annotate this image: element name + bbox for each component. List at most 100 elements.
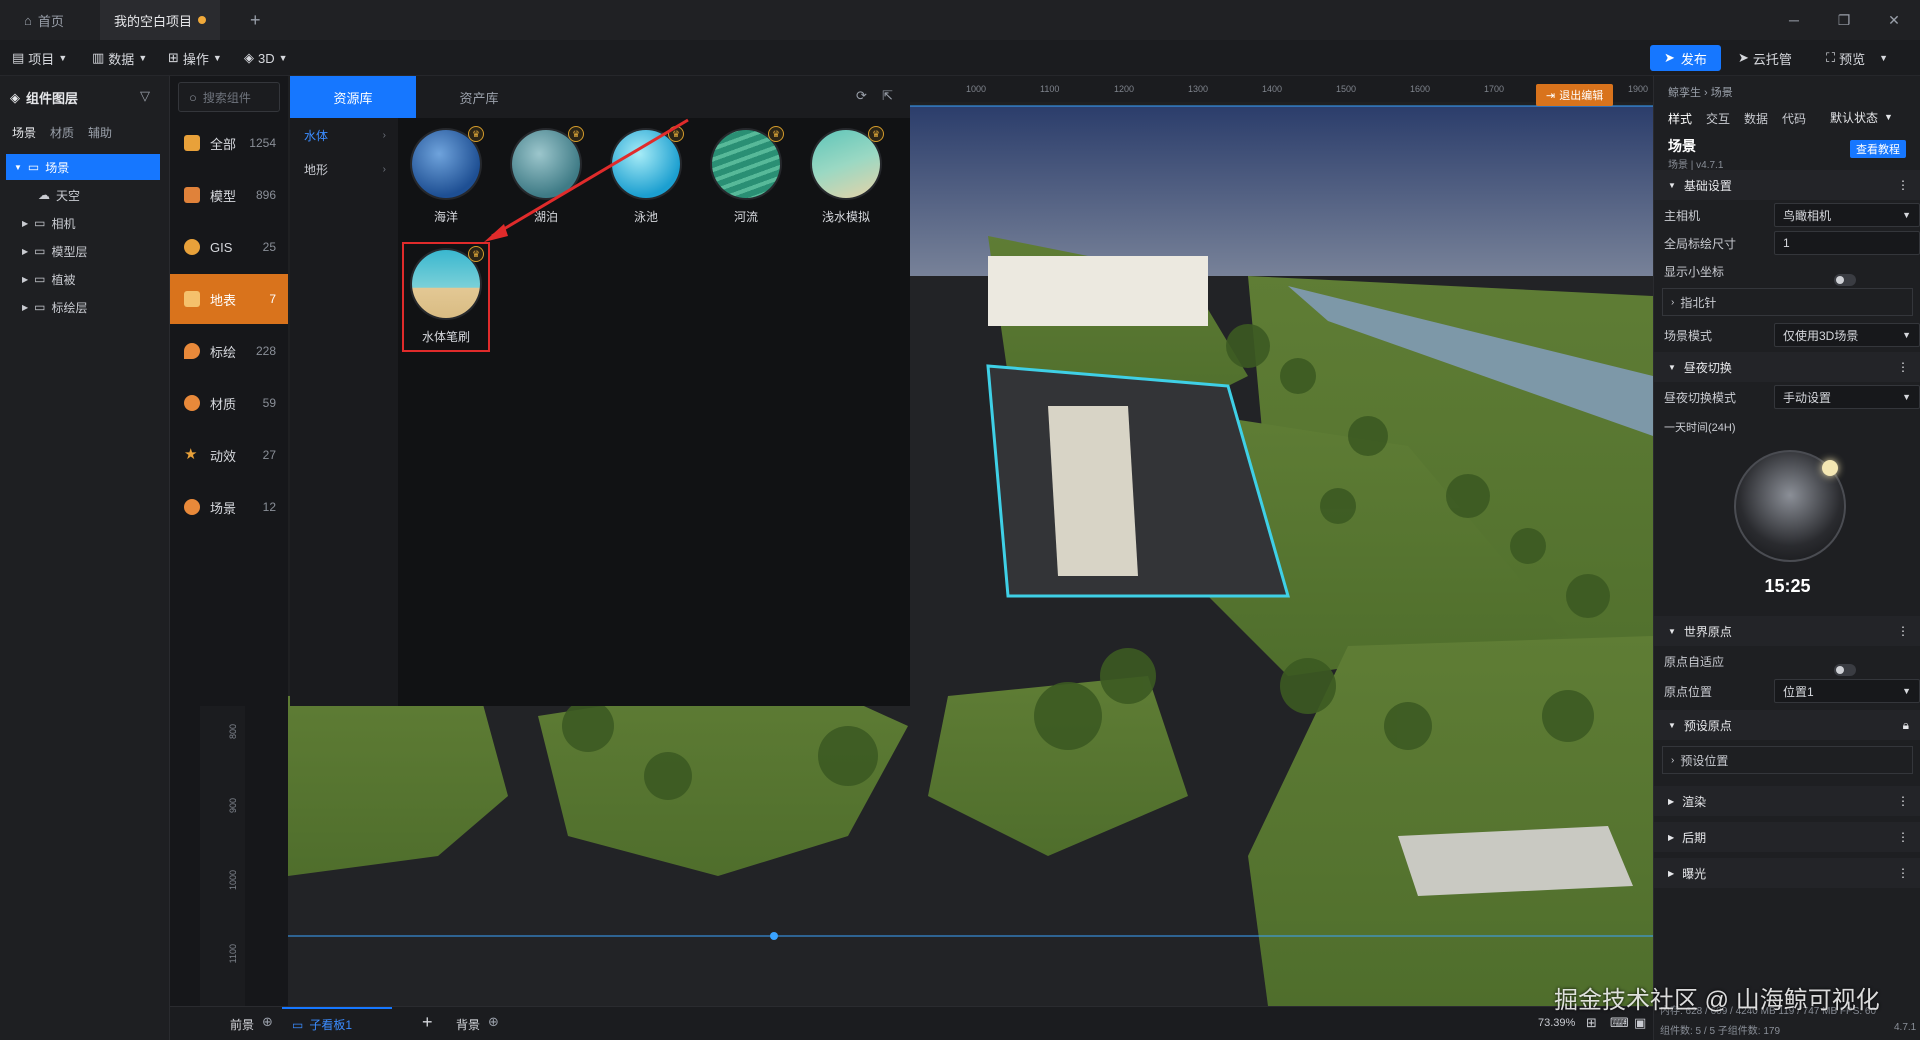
menu-operate[interactable]: ⊞ 操作 ▼ <box>168 40 222 76</box>
subcategory-water[interactable]: 水体 › <box>290 118 398 152</box>
scene-mode-select[interactable]: 仅使用3D场景 ▼ <box>1774 323 1920 347</box>
layer-tab-material[interactable]: 材质 <box>50 124 74 141</box>
lock-icon[interactable]: 🔒︎ <box>1903 718 1909 733</box>
more-icon[interactable]: ⋮ <box>1897 360 1909 374</box>
add-background-icon[interactable]: ⊕ <box>488 1014 499 1030</box>
sub-view-tab[interactable]: ▭ 子看板1 <box>282 1007 392 1040</box>
fit-icon[interactable]: ⊞ <box>1586 1015 1597 1031</box>
add-view-icon[interactable]: + <box>422 1012 433 1033</box>
restore-icon[interactable]: ❐ <box>1832 8 1856 32</box>
subcategory-terrain[interactable]: 地形 › <box>290 152 398 186</box>
tree-item-model-layer[interactable]: ▶ ▭ 模型层 <box>6 238 160 264</box>
chevron-down-icon: ▼ <box>1879 53 1889 63</box>
add-tab-button[interactable]: + <box>236 0 275 40</box>
chevron-right-icon: › <box>382 163 386 175</box>
compass-group[interactable]: › 指北针 <box>1662 288 1913 316</box>
cloud-button[interactable]: ➤ 云托管 <box>1738 40 1792 76</box>
resource-item-label: 海洋 <box>433 210 458 224</box>
resource-item-shallow-water[interactable]: ♛ 浅水模拟 <box>802 122 890 232</box>
chevron-down-icon: ▼ <box>1902 686 1911 696</box>
menu-operate-label: 操作 <box>182 51 209 67</box>
tree-item-scene[interactable]: ▼ ▭ 场景 <box>6 154 160 180</box>
chevron-down-icon: ▼ <box>1902 392 1911 402</box>
more-icon[interactable]: ⋮ <box>1897 866 1909 880</box>
tab-asset-library[interactable]: 资产库 <box>416 76 542 118</box>
filter-icon[interactable]: ▽ <box>140 88 150 104</box>
menu-data[interactable]: ▥ 数据 ▼ <box>92 40 147 76</box>
time-dial[interactable] <box>1734 450 1846 562</box>
section-exposure[interactable]: ▶ 曝光 ⋮ <box>1654 858 1920 888</box>
tab-home[interactable]: ⌂ 首页 <box>10 0 78 40</box>
section-render[interactable]: ▶ 渲染 ⋮ <box>1654 786 1920 816</box>
menu-bar: ▤ 项目 ▼ ▥ 数据 ▼ ⊞ 操作 ▼ ◈ 3D ▼ ➤ 发布 ➤ 云托管 ⛶ 预览 ▼ <box>0 40 1920 76</box>
preview-button[interactable]: ⛶ 预览 ▼ <box>1826 40 1888 76</box>
panel-title: 场景 <box>1668 138 1696 154</box>
layer-tab-helper[interactable]: 辅助 <box>88 124 112 141</box>
tab-data[interactable]: 数据 <box>1744 110 1768 127</box>
folder-icon: ▭ <box>27 160 40 174</box>
ruler-tick: 1500 <box>1336 84 1357 94</box>
tab-style[interactable]: 样式 <box>1668 110 1692 127</box>
property-tabs: 样式 交互 数据 代码 <box>1668 110 1806 127</box>
tab-resource-library[interactable]: 资源库 <box>290 76 416 118</box>
zoom-level[interactable]: 73.39% <box>1538 1017 1575 1029</box>
tree-item-sky[interactable]: ☁ 天空 <box>6 182 160 208</box>
more-icon[interactable]: ⋮ <box>1897 794 1909 808</box>
layer-tabs: 场景 材质 辅助 <box>12 124 112 141</box>
select-value: 鸟瞰相机 <box>1783 208 1832 223</box>
refresh-icon[interactable]: ⟳ <box>856 88 867 104</box>
minimize-icon[interactable]: ─ <box>1782 8 1806 32</box>
resource-item-water-brush[interactable]: ♛ 水体笔刷 <box>402 242 490 352</box>
publish-button[interactable]: ➤ 发布 <box>1650 45 1721 71</box>
sun-icon[interactable] <box>1822 460 1838 476</box>
tutorial-button[interactable]: 查看教程 <box>1850 140 1906 158</box>
add-foreground-icon[interactable]: ⊕ <box>262 1014 273 1030</box>
tab-project-label: 我的空白项目 <box>114 13 193 29</box>
caret-down-icon: ▼ <box>14 162 22 172</box>
section-day-night[interactable]: ▼ 昼夜切换 ⋮ <box>1654 352 1920 382</box>
day-time-value: 15:25 <box>1764 576 1811 596</box>
resource-item-ocean[interactable]: ♛ 海洋 <box>402 122 490 232</box>
compass-label: 指北针 <box>1680 295 1717 310</box>
more-icon[interactable]: ⋮ <box>1897 178 1909 192</box>
menu-data-label: 数据 <box>108 51 135 67</box>
plot-size-input[interactable]: 1 <box>1774 231 1920 255</box>
subcategory-label: 地形 <box>304 162 329 177</box>
origin-auto-toggle[interactable] <box>1834 664 1857 676</box>
resource-item-label: 浅水模拟 <box>821 210 870 224</box>
background-label[interactable]: 背景 <box>456 1016 480 1033</box>
day-mode-select[interactable]: 手动设置 ▼ <box>1774 385 1920 409</box>
more-icon[interactable]: ⋮ <box>1897 624 1909 638</box>
section-preset-origin[interactable]: ▼ 预设原点 🔒︎ <box>1654 710 1920 740</box>
exit-edit-button[interactable]: ⇥ 退出编辑 <box>1536 84 1614 106</box>
resource-item-river[interactable]: ♛ 河流 <box>702 122 790 232</box>
origin-position-select[interactable]: 位置1 ▼ <box>1774 679 1920 703</box>
field-label: 显示小坐标 <box>1664 264 1725 279</box>
close-icon[interactable]: ✕ <box>1882 8 1906 32</box>
show-axis-toggle[interactable] <box>1834 274 1857 286</box>
section-post[interactable]: ▶ 后期 ⋮ <box>1654 822 1920 852</box>
preset-position-group[interactable]: › 预设位置 <box>1662 746 1913 774</box>
tree-item-plot-layer[interactable]: ▶ ▭ 标绘层 <box>6 294 160 320</box>
export-icon[interactable]: ⇱ <box>882 88 893 104</box>
more-icon[interactable]: ⋮ <box>1897 830 1909 844</box>
main-camera-select[interactable]: 鸟瞰相机 ▼ <box>1774 203 1920 227</box>
section-world-origin[interactable]: ▼ 世界原点 ⋮ <box>1654 616 1920 646</box>
tree-item-camera[interactable]: ▶ ▭ 相机 <box>6 210 160 236</box>
fullscreen-icon: ⛶ <box>1826 50 1836 65</box>
section-basic[interactable]: ▼ 基础设置 ⋮ <box>1654 170 1920 200</box>
state-select[interactable]: 默认状态 ▼ <box>1830 106 1910 128</box>
layer-tab-scene[interactable]: 场景 <box>12 124 36 141</box>
foreground-label[interactable]: 前景 <box>230 1016 254 1033</box>
tab-interaction[interactable]: 交互 <box>1706 110 1730 127</box>
river-thumbnail <box>712 130 780 198</box>
ruler-tick: 1100 <box>1040 84 1060 94</box>
menu-project[interactable]: ▤ 项目 ▼ <box>12 40 67 76</box>
terminal-icon[interactable]: ▣ <box>1634 1015 1646 1031</box>
send-icon: ➤ <box>1664 50 1675 65</box>
menu-3d[interactable]: ◈ 3D ▼ <box>244 40 288 76</box>
tree-item-vegetation[interactable]: ▶ ▭ 植被 <box>6 266 160 292</box>
tab-code[interactable]: 代码 <box>1782 110 1806 127</box>
keyboard-icon[interactable]: ⌨ <box>1610 1015 1629 1031</box>
tab-project[interactable]: 我的空白项目 <box>100 0 220 40</box>
